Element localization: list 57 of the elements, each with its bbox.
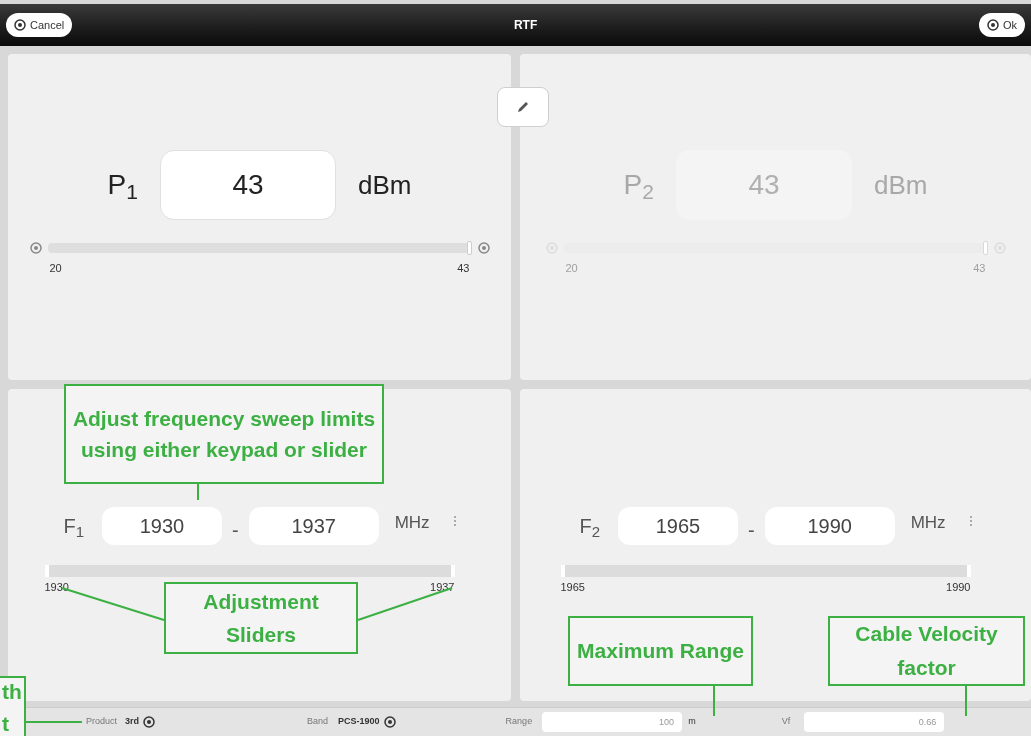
- link-button[interactable]: [497, 87, 549, 128]
- slider-handle[interactable]: [560, 565, 565, 578]
- slider-track[interactable]: [47, 243, 472, 254]
- product-label: Product: [86, 715, 118, 729]
- circle-icon[interactable]: [143, 716, 156, 729]
- slider-handle[interactable]: [44, 565, 49, 578]
- unit-label: dBm: [357, 168, 412, 202]
- unit-label: MHz: [394, 512, 430, 535]
- unit-label: dBm: [873, 168, 928, 202]
- slider-max-label: 43: [457, 261, 470, 277]
- band-label: Band: [307, 715, 329, 729]
- leader-line: [713, 685, 715, 717]
- range-unit: m: [688, 715, 696, 729]
- callout-label: Adjust frequency sweep limits using either keypad or slider: [64, 384, 384, 484]
- callout-label: Cable Velocity factor: [828, 616, 1025, 686]
- end-frequency-field[interactable]: 1990: [764, 507, 895, 546]
- product-selector[interactable]: 3rd: [125, 715, 156, 729]
- leader-line: [965, 685, 967, 717]
- leader-line: [197, 483, 199, 501]
- start-frequency-field[interactable]: 1965: [617, 507, 738, 546]
- band-selector[interactable]: PCS-1900: [338, 715, 396, 729]
- range-slider-track[interactable]: [560, 565, 971, 578]
- callout-label: Maximum Range: [568, 616, 753, 686]
- power-label: P$_{2}$: [623, 168, 654, 206]
- power-field[interactable]: 43: [159, 150, 336, 221]
- circle-icon[interactable]: [986, 19, 999, 32]
- slider-min-label: 1930: [44, 580, 69, 596]
- ok-button[interactable]: Ok: [978, 13, 1025, 38]
- slider-max-label: 1990: [946, 580, 971, 596]
- velocity-factor-label: Vf: [781, 715, 791, 729]
- range-separator: -: [231, 518, 239, 544]
- slider-thumb[interactable]: [466, 241, 472, 256]
- more-icon[interactable]: [969, 516, 972, 527]
- end-frequency-field[interactable]: 1937: [248, 507, 379, 546]
- slider-min-label: 20: [565, 261, 578, 277]
- power-label: P$_{1}$: [107, 168, 138, 206]
- slider-min-label: 20: [49, 261, 62, 277]
- frequency-label: F$_{2}$: [579, 514, 600, 542]
- cancel-button[interactable]: Cancel: [6, 13, 73, 38]
- slider-max-label: 43: [973, 261, 986, 277]
- start-frequency-field[interactable]: 1930: [101, 507, 222, 546]
- slider-min-label: 1965: [560, 580, 585, 596]
- callout-label: Adjustment Sliders: [164, 582, 358, 654]
- unit-label: MHz: [910, 512, 946, 535]
- circle-icon[interactable]: [383, 716, 396, 729]
- range-label: Range: [505, 715, 533, 729]
- circle-icon[interactable]: [14, 19, 26, 32]
- more-icon[interactable]: [453, 516, 456, 527]
- slider-handle[interactable]: [450, 565, 455, 578]
- window-title: RTF: [513, 17, 538, 35]
- callout-label: th t: [0, 676, 26, 736]
- slider-handle[interactable]: [966, 565, 971, 578]
- slider-track[interactable]: [563, 243, 988, 254]
- range-slider-track[interactable]: [44, 565, 455, 578]
- range-separator: -: [747, 518, 755, 544]
- frequency-label: F$_{1}$: [63, 514, 84, 542]
- leader-line: [25, 721, 83, 723]
